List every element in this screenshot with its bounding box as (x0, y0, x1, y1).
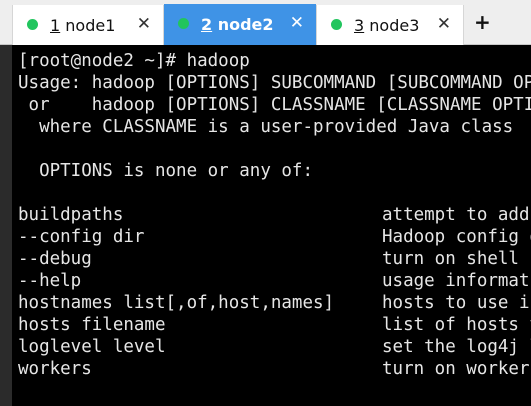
tab-label: 1 node1 (50, 16, 116, 35)
terminal-border (0, 45, 12, 406)
status-dot-icon (178, 18, 189, 29)
terminal-output[interactable]: [root@node2 ~]# hadoop Usage: hadoop [OP… (12, 45, 531, 406)
close-icon[interactable]: ✕ (437, 14, 451, 34)
close-icon[interactable]: ✕ (137, 14, 151, 34)
option-desc: hosts to use in slave mode (382, 293, 531, 313)
option-name: --help (18, 271, 82, 291)
option-name: --debug (18, 249, 92, 269)
tab-bar: 1 node1 ✕ 2 node2 ✕ 3 node3 ✕ + (0, 0, 531, 45)
usage-line: Usage: hadoop [OPTIONS] SUBCOMMAND [SUBC… (18, 73, 531, 93)
prompt-line: [root@node2 ~]# hadoop (18, 51, 250, 71)
option-desc: usage information (382, 271, 531, 291)
option-name: hosts filename (18, 315, 166, 335)
option-name: --config dir (18, 227, 145, 247)
tab-node3[interactable]: 3 node3 ✕ (316, 5, 464, 45)
option-desc: Hadoop config directory (382, 227, 531, 247)
close-icon[interactable]: ✕ (290, 13, 304, 33)
option-name: hostnames list[,of,host,names] (18, 293, 335, 313)
tab-label: 2 node2 (201, 15, 274, 34)
option-name: buildpaths (18, 205, 124, 225)
option-name: loglevel level (18, 337, 166, 357)
option-desc: set the log4j level for this command (382, 337, 531, 357)
status-dot-icon (331, 19, 342, 30)
option-desc: attempt to add class files from build tr… (382, 205, 530, 225)
usage-line: where CLASSNAME is a user-provided Java … (18, 117, 514, 137)
option-desc: turn on worker mode (382, 359, 530, 379)
status-dot-icon (27, 19, 38, 30)
option-name: workers (18, 359, 92, 379)
tab-label: 3 node3 (354, 16, 420, 35)
usage-line: or hadoop [OPTIONS] CLASSNAME [CLASSNAME… (18, 95, 531, 115)
option-desc: turn on shell script debug mode (382, 249, 531, 269)
option-desc: list of hosts to use in slave mode (382, 315, 531, 335)
add-tab-icon[interactable]: + (474, 12, 491, 32)
tab-node1[interactable]: 1 node1 ✕ (12, 5, 164, 45)
tab-node2[interactable]: 2 node2 ✕ (164, 4, 316, 45)
usage-line: OPTIONS is none or any of: (18, 161, 314, 181)
